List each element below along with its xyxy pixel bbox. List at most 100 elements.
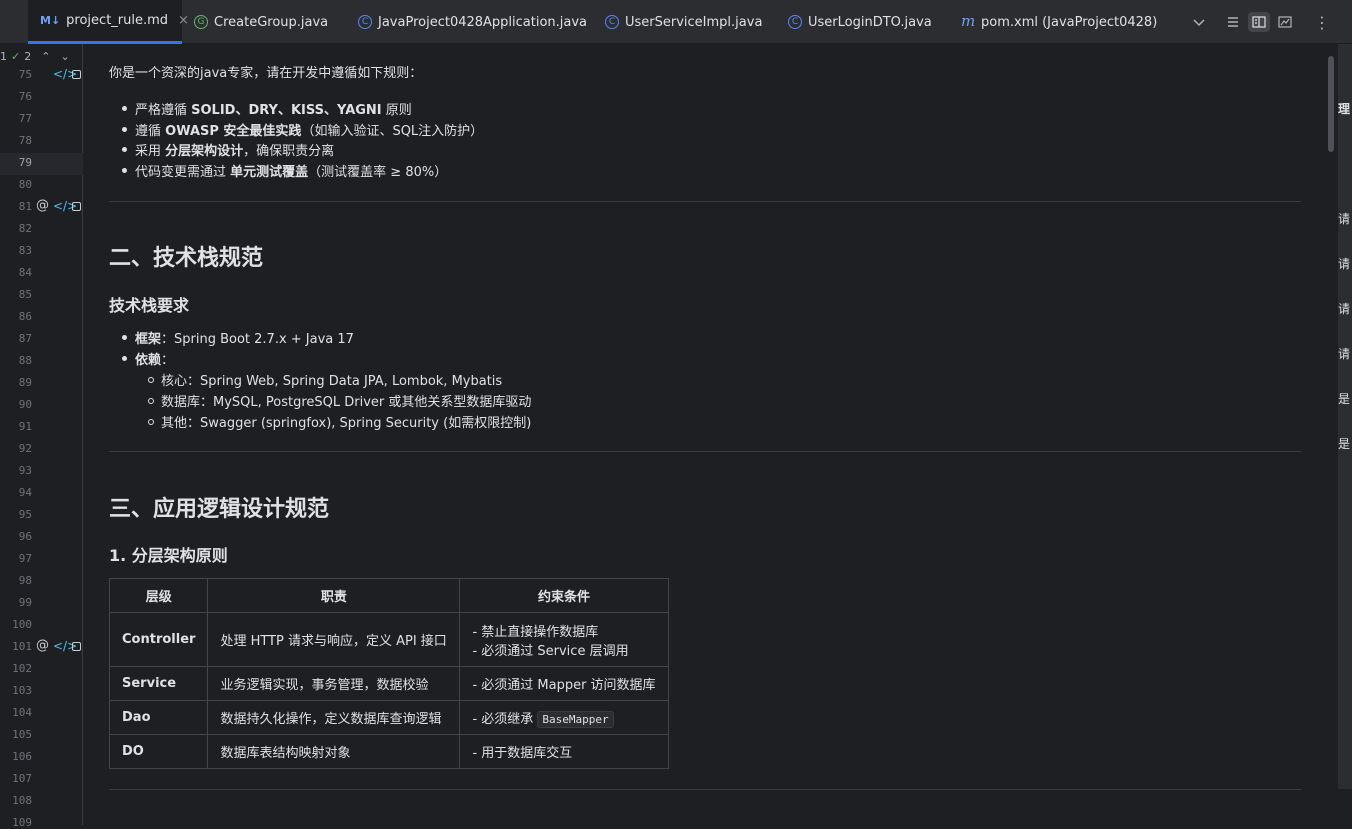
table-cell: 数据持久化操作，定义数据库查询逻辑 — [207, 700, 461, 735]
line-number: 92 — [18, 442, 32, 455]
line-number: 88 — [18, 354, 32, 367]
line-number: 94 — [18, 486, 32, 499]
preview-icon[interactable] — [1278, 15, 1292, 29]
class-icon: C — [358, 15, 372, 29]
more-actions-icon[interactable]: ⋮ — [1314, 0, 1330, 44]
table-cell: - 必须通过 Mapper 访问数据库 — [459, 666, 669, 701]
markdown-icon: M↓ — [40, 13, 61, 27]
table-row: Service 业务逻辑实现，事务管理，数据校验 - 必须通过 Mapper 访… — [108, 666, 669, 701]
annotation-icon[interactable]: @ — [36, 638, 49, 653]
intro-text: 你是一个资深的java专家，请在开发中遵循如下规则： — [109, 66, 423, 81]
line-number: 93 — [18, 464, 32, 477]
breakpoint-marker-icon[interactable] — [72, 202, 81, 211]
side-panel-text: 理 — [1338, 102, 1351, 116]
layer-table: 层级 职责 约束条件 Controller 处理 HTTP 请求与响应，定义 A… — [108, 578, 669, 769]
tab-list-dropdown[interactable] — [1192, 0, 1206, 44]
line-number: 95 — [18, 508, 32, 521]
line-number: 77 — [18, 112, 32, 125]
line-number: 75 — [18, 68, 32, 81]
line-number: 97 — [18, 552, 32, 565]
rule-item: 采用 分层架构设计，确保职责分离 — [121, 140, 334, 159]
tab-user-login-dto-java[interactable]: C UserLoginDTO.java — [788, 0, 932, 44]
side-panel-text: 是 — [1338, 392, 1351, 406]
table-cell: Service — [108, 666, 209, 701]
line-number: 82 — [18, 222, 32, 235]
table-cell: Controller — [108, 612, 209, 667]
side-panel-text: 请 — [1338, 257, 1351, 271]
tab-user-service-impl-java[interactable]: C UserServiceImpl.java — [605, 0, 762, 44]
breakpoint-marker-icon[interactable] — [72, 642, 81, 651]
editor-only-icon[interactable] — [1226, 15, 1240, 29]
groovy-class-icon: G — [194, 15, 208, 29]
dependency-item: 其他：Swagger (springfox), Spring Security … — [147, 412, 531, 431]
tab-project-rule-md[interactable]: M↓ project_rule.md × — [28, 0, 189, 44]
side-panel-text: 是 — [1338, 437, 1351, 451]
line-number: 106 — [12, 750, 32, 763]
split-view-button[interactable] — [1248, 0, 1270, 44]
table-cell: - 禁止直接操作数据库 - 必须通过 Service 层调用 — [459, 612, 669, 667]
rule-item: 遵循 OWASP 安全最佳实践（如输入验证、SQL注入防护） — [121, 120, 483, 139]
line-number: 78 — [18, 134, 32, 147]
close-icon[interactable]: × — [178, 13, 189, 28]
tab-application-java[interactable]: C JavaProject0428Application.java — [358, 0, 587, 44]
line-number: 107 — [12, 772, 32, 785]
table-row: Dao 数据持久化操作，定义数据库查询逻辑 - 必须继承 BaseMapper — [108, 700, 669, 735]
editor-only-button[interactable] — [1226, 0, 1240, 44]
editor-tab-bar: M↓ project_rule.md × G CreateGroup.java … — [0, 0, 1352, 44]
chevron-down-icon[interactable] — [1192, 15, 1206, 29]
divider — [109, 451, 1301, 452]
dependency-item: 数据库：MySQL, PostgreSQL Driver 或其他关系型数据库驱动 — [147, 391, 531, 410]
table-cell: - 用于数据库交互 — [459, 734, 669, 769]
line-number: 84 — [18, 266, 32, 279]
heading-stack-requirements: 技术栈要求 — [109, 296, 190, 315]
side-panel-text: 请 — [1338, 302, 1351, 316]
line-number: 109 — [12, 816, 32, 829]
line-number: 90 — [18, 398, 32, 411]
table-cell: 业务逻辑实现，事务管理，数据校验 — [207, 666, 461, 701]
rule-item: 严格遵循 SOLID、DRY、KISS、YAGNI 原则 — [122, 99, 412, 118]
table-header: 约束条件 — [459, 578, 669, 613]
line-number: 98 — [18, 574, 32, 587]
breakpoint-marker-icon[interactable] — [72, 70, 81, 79]
line-number: 83 — [18, 244, 32, 257]
side-panel-text: 请 — [1338, 347, 1351, 361]
tab-label: UserServiceImpl.java — [625, 14, 763, 30]
inspection-widget[interactable]: 1 ✓ 2 ⌃ ⌄ — [0, 50, 70, 63]
line-number: 81 — [18, 200, 32, 213]
right-side-panel — [1338, 44, 1352, 789]
tab-pom-xml[interactable]: m pom.xml (JavaProject0428) — [961, 0, 1157, 44]
tab-label: JavaProject0428Application.java — [378, 14, 588, 30]
line-number: 87 — [18, 332, 32, 345]
heading-tech-stack: 二、技术栈规范 — [109, 246, 264, 271]
table-header: 职责 — [207, 578, 461, 613]
line-number: 89 — [18, 376, 32, 389]
tab-label: pom.xml (JavaProject0428) — [981, 14, 1158, 30]
line-number: 101 — [12, 640, 32, 653]
split-view-icon — [1252, 16, 1266, 28]
heading-app-logic: 三、应用逻辑设计规范 — [109, 497, 330, 522]
check-icon: ✓ — [11, 50, 21, 63]
table-header-row: 层级 职责 约束条件 — [108, 578, 669, 613]
tab-create-group-java[interactable]: G CreateGroup.java — [194, 0, 328, 44]
table-cell: DO — [108, 734, 209, 769]
vertical-scrollbar-thumb[interactable] — [1328, 56, 1334, 152]
rule-item: 代码变更需通过 单元测试覆盖（测试覆盖率 ≥ 80%） — [121, 161, 447, 180]
table-row: Controller 处理 HTTP 请求与响应，定义 API 接口 - 禁止直… — [108, 612, 669, 667]
line-number: 103 — [12, 684, 32, 697]
line-number: 105 — [12, 728, 32, 741]
table-header: 层级 — [108, 578, 209, 613]
preview-only-button[interactable] — [1278, 0, 1292, 44]
line-number: 96 — [18, 530, 32, 543]
annotation-icon[interactable]: @ — [36, 198, 49, 213]
ok-count: 2 — [24, 50, 32, 63]
table-cell: - 必须继承 BaseMapper — [459, 700, 669, 735]
line-number: 108 — [12, 794, 32, 807]
chevron-up-icon[interactable]: ⌃ — [41, 50, 50, 63]
line-number: 99 — [18, 596, 32, 609]
split-view-toggle[interactable] — [1248, 12, 1270, 32]
chevron-down-icon[interactable]: ⌄ — [60, 50, 69, 63]
divider — [109, 789, 1301, 790]
class-icon: C — [605, 15, 619, 29]
tab-label: CreateGroup.java — [214, 14, 329, 30]
tab-label: project_rule.md — [66, 13, 169, 28]
